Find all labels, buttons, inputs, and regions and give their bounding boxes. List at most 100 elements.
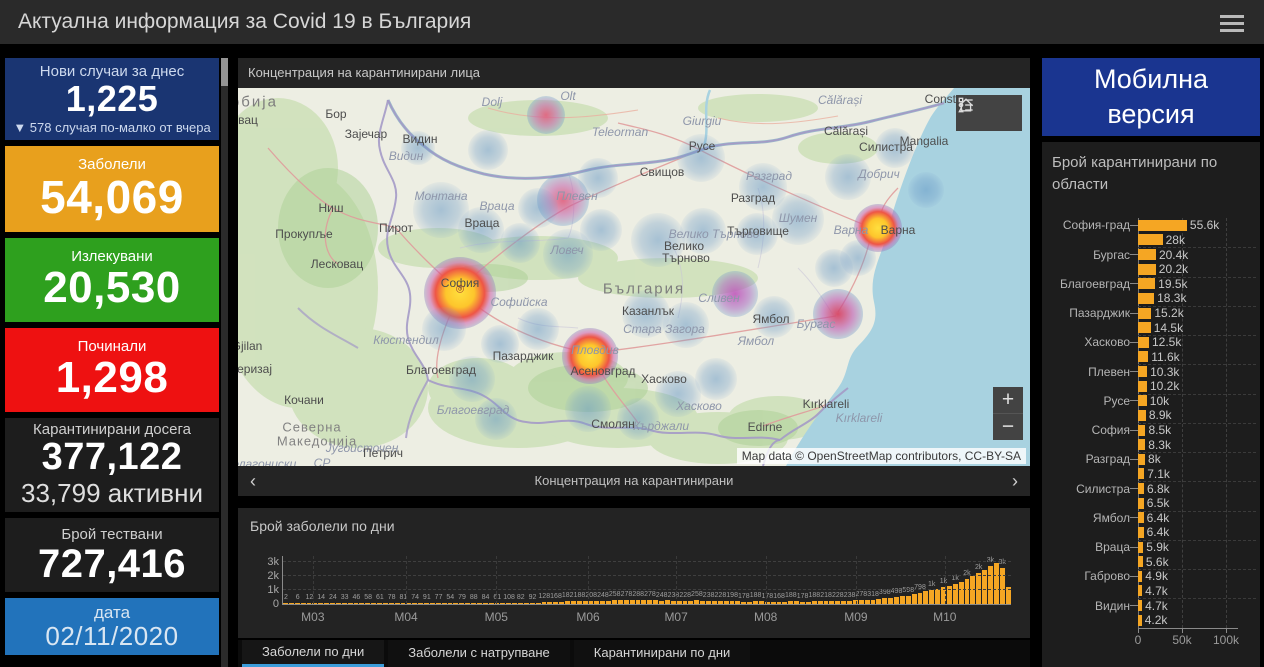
- bar: [1138, 439, 1146, 451]
- bar: [988, 566, 993, 604]
- mobile-button-line2: версия: [1107, 99, 1195, 129]
- axis-tick: [1130, 415, 1138, 416]
- bar-value-label: 5.9k: [1146, 540, 1169, 555]
- bar: [899, 596, 905, 604]
- axis-tick: [1130, 575, 1138, 577]
- bar-value-label: 55.6k: [1189, 218, 1220, 233]
- bar-value-label: 198: [726, 592, 738, 600]
- bar-value-label: 598: [902, 586, 915, 594]
- bar: [465, 603, 470, 604]
- bar: [800, 601, 805, 604]
- tab-active[interactable]: Заболели по дни: [242, 640, 385, 667]
- bar-value-label: 188: [784, 592, 797, 600]
- bar-value-label: 10k: [1149, 393, 1170, 408]
- regions-chart[interactable]: София-град 55.6k 28k Бургас 20.4k 20.2k Благое…: [1042, 218, 1260, 628]
- bar-value-label: 24: [328, 594, 337, 601]
- bar-value-label: 1k: [951, 575, 959, 583]
- kpi-quarantined: Карантинирани досега 377,122 33,799 акти…: [5, 418, 219, 512]
- hamburger-menu-icon[interactable]: [1220, 15, 1244, 32]
- bar-value-label: 88: [469, 593, 478, 601]
- y-axis-label: 2k: [267, 570, 279, 582]
- bar: [829, 601, 835, 604]
- bar: [1138, 483, 1144, 495]
- daily-cases-chart-panel: Брой заболели по дни 2 6 12 14 24 33 46 58 61 78 8…: [238, 508, 1030, 638]
- region-label: Благоевград: [1060, 276, 1130, 291]
- bar: [1138, 395, 1147, 407]
- bar: [817, 601, 823, 604]
- bar: [1138, 380, 1147, 392]
- bar: [700, 600, 705, 604]
- gridline: [1138, 422, 1256, 424]
- bar: [1138, 322, 1151, 334]
- bar: [371, 603, 376, 604]
- bar: [1138, 234, 1163, 246]
- region-bar-row: 8.9k: [1042, 408, 1260, 423]
- axis-tick: [1130, 429, 1138, 431]
- bar: [518, 602, 523, 604]
- bar-value-label: 248: [655, 591, 668, 599]
- bar: [794, 601, 799, 604]
- next-arrow-icon[interactable]: ›: [1000, 466, 1030, 496]
- bar: [747, 601, 752, 604]
- prev-arrow-icon[interactable]: ‹: [238, 466, 268, 496]
- bar: [488, 603, 494, 604]
- axis-tick: [1130, 254, 1138, 256]
- x-axis-label: M09: [844, 610, 868, 624]
- bar-value-label: 288: [632, 590, 645, 598]
- zoom-controls: + −: [993, 387, 1023, 440]
- region-bar-row: Видин 4.7k: [1042, 598, 1260, 613]
- region-label: Разград: [1085, 452, 1130, 467]
- bar: [1138, 585, 1143, 597]
- mobile-version-button[interactable]: Мобилна версия: [1042, 58, 1260, 136]
- region-bar-row: 28k: [1042, 233, 1260, 248]
- region-bar-row: Силистра 6.8k: [1042, 481, 1260, 496]
- gridline: [588, 556, 590, 604]
- bar-value-label: 6.4k: [1146, 525, 1170, 540]
- map-canvas[interactable]: СрбијаКрагујевацБорЗајечарВидинВидинDolj…: [238, 88, 1030, 466]
- scrollbar-thumb[interactable]: [221, 58, 228, 86]
- bar-value-label: 61: [375, 594, 384, 601]
- sidebar-scrollbar[interactable]: [221, 58, 228, 667]
- tab-inactive[interactable]: Карантинирани по дни: [573, 640, 751, 667]
- kpi-date: дата 02/11/2020: [5, 598, 219, 655]
- bar: [441, 603, 447, 604]
- bar-value-label: 14.5k: [1153, 320, 1184, 335]
- bar-value-label: 6.8k: [1146, 481, 1170, 496]
- bar-value-label: 12.5k: [1152, 335, 1182, 350]
- bar: [335, 603, 341, 604]
- bar: [588, 601, 594, 604]
- axis-tick: [1130, 517, 1138, 519]
- region-bar-row: 20.2k: [1042, 262, 1260, 277]
- bar-value-label: 46: [352, 594, 361, 601]
- bar-value-label: 188: [573, 592, 586, 600]
- bar: [923, 591, 929, 604]
- bar: [735, 601, 741, 604]
- bar: [330, 603, 335, 604]
- region-bar-row: София-град 55.6k: [1042, 218, 1260, 233]
- bar: [870, 599, 876, 604]
- axis-tick: [1130, 312, 1138, 314]
- bar-value-label: 2: [283, 594, 288, 601]
- daily-cases-chart[interactable]: 2 6 12 14 24 33 46 58 61 78 81 74 91 77 54 79 88 84 61 108 8…: [267, 556, 1011, 624]
- y-axis-label: 3k: [267, 556, 279, 568]
- bar: [805, 601, 811, 604]
- zoom-out-button[interactable]: −: [993, 413, 1023, 440]
- tab-inactive[interactable]: Заболели с натрупване: [388, 640, 570, 667]
- bar: [570, 601, 576, 604]
- bar-value-label: 5.6k: [1145, 554, 1169, 569]
- page-title: Актуална информация за Covid 19 в Българ…: [18, 10, 472, 33]
- kpi-value: 727,416: [37, 541, 187, 586]
- bar-value-label: 398: [878, 589, 891, 597]
- gridline: [1138, 569, 1256, 570]
- bar: [1138, 219, 1187, 231]
- axis-tick: [1130, 400, 1138, 402]
- gridline: [1138, 452, 1256, 453]
- zoom-in-button[interactable]: +: [993, 387, 1023, 413]
- bar-value-label: 278: [855, 591, 868, 599]
- region-bar-row: Габрово 4.9k: [1042, 569, 1260, 584]
- bar: [400, 602, 406, 604]
- bar-value-label: 238: [702, 591, 715, 599]
- bar: [324, 603, 329, 604]
- legend-button[interactable]: [958, 95, 1022, 131]
- bar-value-label: 8.3k: [1148, 437, 1171, 452]
